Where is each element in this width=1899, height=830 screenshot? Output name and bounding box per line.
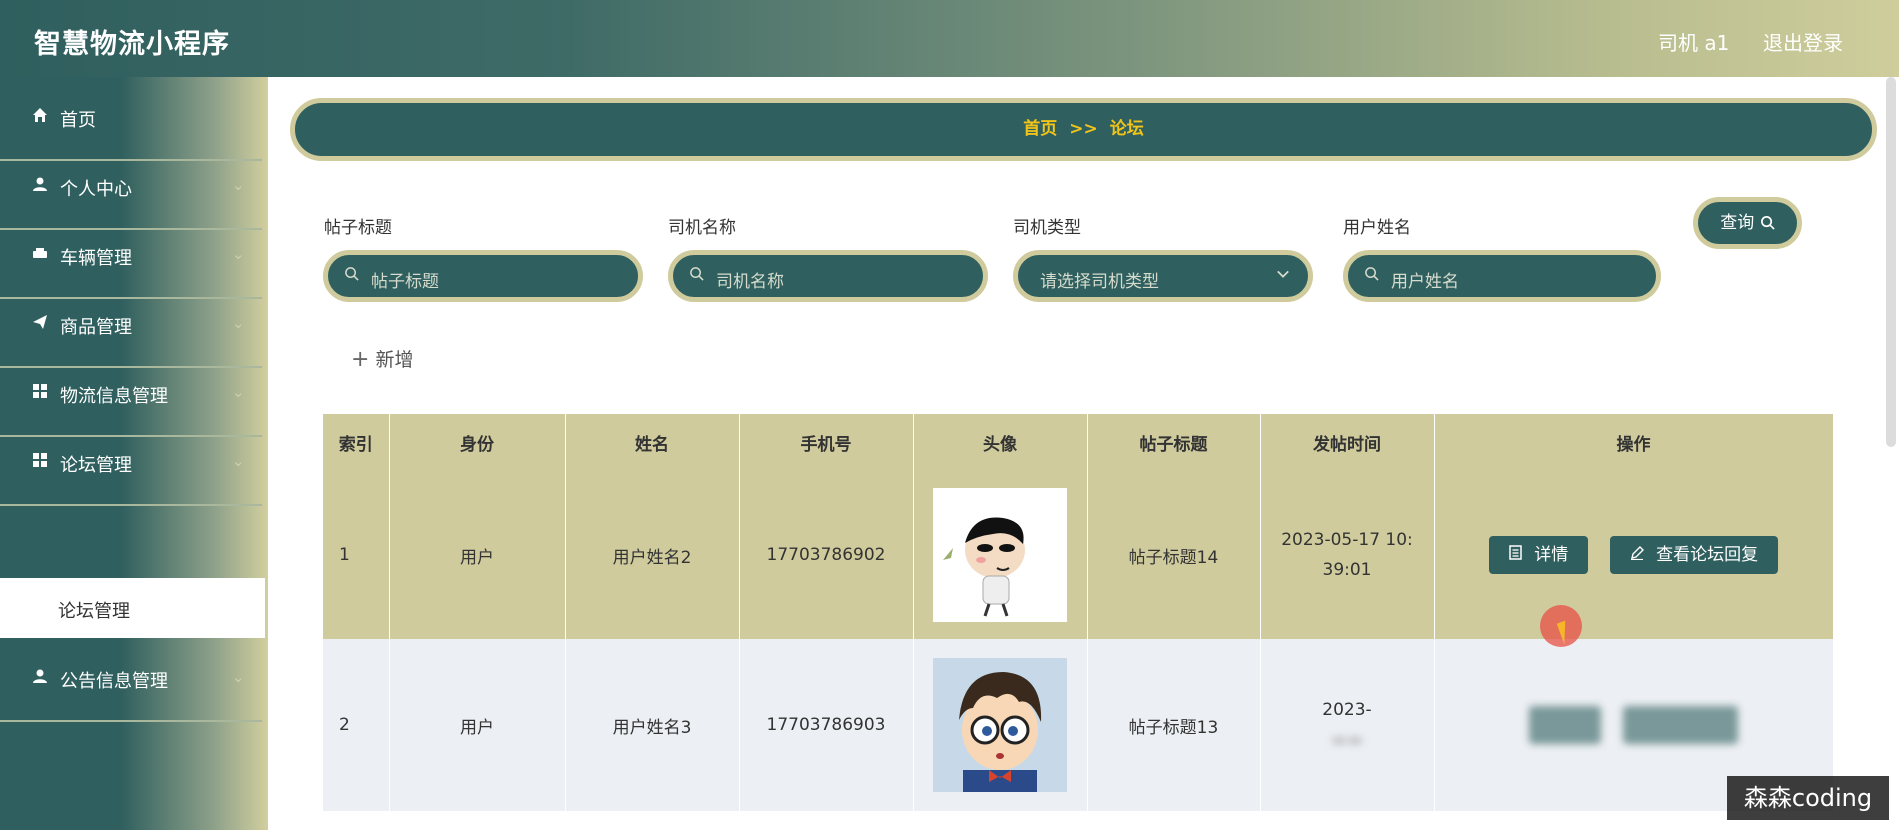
forum-table: 索引 身份 姓名 手机号 头像 帖子标题 发帖时间 操作 1 用户 用户姓名2 …	[323, 414, 1834, 811]
cell-index: 1	[323, 471, 390, 639]
cell-phone: 17703786902	[739, 471, 914, 639]
cell-post-time: 2023-05-17 10: 39:01	[1260, 471, 1435, 639]
current-user[interactable]: 司机 a1	[1658, 27, 1729, 56]
post-time-line2: 39:01	[1322, 560, 1372, 580]
user-name-filter-label: 用户姓名	[1343, 218, 1411, 238]
vertical-scrollbar[interactable]	[1886, 77, 1896, 447]
column-header: 操作	[1434, 414, 1834, 471]
driver-type-select[interactable]: 请选择司机类型	[1013, 250, 1313, 302]
column-header: 索引	[323, 414, 390, 471]
detail-button[interactable]	[1528, 706, 1602, 744]
breadcrumb-current: 论坛	[1109, 119, 1144, 139]
search-icon	[1760, 213, 1775, 233]
chevron-down-icon	[1276, 267, 1290, 285]
sidebar-item-label: 论坛管理	[60, 455, 132, 476]
document-icon	[1509, 545, 1526, 564]
view-replies-button[interactable]	[1622, 706, 1739, 744]
sidebar-item-label: 个人中心	[60, 179, 132, 200]
grid-icon	[30, 452, 50, 472]
cell-name: 用户姓名3	[565, 639, 740, 811]
add-button[interactable]: + 新增	[351, 345, 413, 372]
search-icon	[689, 266, 704, 285]
sidebar-item-label: 车辆管理	[60, 248, 132, 269]
breadcrumb: 首页 >> 论坛	[290, 98, 1877, 161]
chevron-down-icon: ⌄	[232, 176, 245, 194]
cell-title: 帖子标题13	[1087, 639, 1261, 811]
cell-avatar	[913, 639, 1088, 811]
watermark: 森森coding	[1727, 776, 1889, 820]
view-replies-button-label: 查看论坛回复	[1656, 545, 1759, 565]
cell-actions: 详情 查看论坛回复	[1434, 471, 1834, 639]
table-row[interactable]: 1 用户 用户姓名2 17703786902 帖子标题14 2023-05-17…	[323, 471, 1834, 639]
column-header: 帖子标题	[1087, 414, 1261, 471]
post-time-blurred: ▬▬	[1330, 730, 1364, 750]
cell-identity: 用户	[389, 471, 566, 639]
sidebar-item-label: 首页	[60, 110, 96, 131]
cell-avatar	[913, 471, 1088, 639]
send-icon	[30, 314, 50, 334]
cell-identity: 用户	[389, 639, 566, 811]
query-button[interactable]: 查询	[1693, 197, 1802, 249]
search-icon	[1364, 266, 1379, 285]
table-row[interactable]: 2 用户 用户姓名3 17703786903 帖子标题13 2023- ▬▬	[323, 639, 1834, 811]
sidebar-item-forum[interactable]: 论坛管理 ⌄	[0, 422, 262, 506]
query-button-label: 查询	[1720, 213, 1755, 233]
column-header: 身份	[389, 414, 566, 471]
cell-phone: 17703786903	[739, 639, 914, 811]
breadcrumb-separator: >>	[1069, 119, 1098, 139]
chevron-down-icon: ⌄	[232, 668, 245, 686]
user-name-search-input[interactable]: 用户姓名	[1343, 250, 1661, 302]
title-search-placeholder: 帖子标题	[371, 272, 439, 292]
chevron-down-icon: ⌄	[232, 452, 245, 470]
cell-title: 帖子标题14	[1087, 471, 1261, 639]
main-content: 首页 >> 论坛 帖子标题 司机名称 司机类型 用户姓名 帖子标题 司机名称 请选择…	[268, 77, 1899, 830]
chevron-down-icon: ⌄	[232, 383, 245, 401]
cell-index: 2	[323, 639, 390, 811]
title-search-input[interactable]: 帖子标题	[323, 250, 643, 302]
avatar	[933, 658, 1067, 792]
column-header: 头像	[913, 414, 1088, 471]
search-icon	[344, 266, 359, 285]
view-replies-button[interactable]: 查看论坛回复	[1609, 536, 1779, 574]
sidebar-item-announcement[interactable]: 公告信息管理 ⌄	[0, 638, 262, 722]
home-icon	[30, 107, 50, 127]
sidebar-item-label: 物流信息管理	[60, 386, 168, 407]
detail-button-label: 详情	[1534, 545, 1569, 565]
column-header: 发帖时间	[1260, 414, 1435, 471]
sidebar-item-label: 公告信息管理	[60, 671, 168, 692]
sidebar-item-label: 商品管理	[60, 317, 132, 338]
cell-post-time: 2023- ▬▬	[1260, 639, 1435, 811]
edit-icon	[1630, 546, 1648, 564]
post-time-line1: 2023-05-17 10:	[1281, 530, 1413, 550]
sidebar: 首页 个人中心 ⌄ 车辆管理 ⌄ 商品管理 ⌄ 物流信息管理 ⌄ 论坛管理 ⌄	[0, 77, 268, 830]
title-filter-label: 帖子标题	[324, 218, 392, 238]
table-header-row: 索引 身份 姓名 手机号 头像 帖子标题 发帖时间 操作	[323, 414, 1834, 471]
driver-name-search-input[interactable]: 司机名称	[668, 250, 988, 302]
breadcrumb-home[interactable]: 首页	[1023, 119, 1057, 139]
driver-name-search-placeholder: 司机名称	[716, 272, 784, 292]
user-name-search-placeholder: 用户姓名	[1391, 272, 1459, 292]
sidebar-subitem-forum-management[interactable]: 论坛管理	[0, 578, 265, 638]
driver-type-filter-label: 司机类型	[1013, 218, 1081, 238]
column-header: 姓名	[565, 414, 740, 471]
app-title: 智慧物流小程序	[34, 29, 230, 60]
column-header: 手机号	[739, 414, 914, 471]
user-icon	[30, 176, 50, 196]
top-bar: 智慧物流小程序 司机 a1 退出登录	[0, 0, 1899, 77]
detail-button[interactable]: 详情	[1488, 536, 1589, 574]
driver-type-placeholder: 请选择司机类型	[1040, 272, 1159, 292]
user-icon	[30, 668, 50, 688]
add-button-label: 新增	[375, 349, 414, 371]
chevron-down-icon: ⌄	[232, 314, 245, 332]
avatar	[933, 488, 1067, 622]
driver-name-filter-label: 司机名称	[668, 218, 736, 238]
cell-name: 用户姓名2	[565, 471, 740, 639]
car-icon	[30, 245, 50, 265]
post-time-line1: 2023-	[1322, 700, 1372, 720]
sidebar-subitem-label: 论坛管理	[58, 601, 130, 622]
grid-icon	[30, 383, 50, 403]
plus-icon: +	[351, 347, 370, 372]
chevron-down-icon: ⌄	[232, 245, 245, 263]
logout-link[interactable]: 退出登录	[1763, 27, 1843, 56]
